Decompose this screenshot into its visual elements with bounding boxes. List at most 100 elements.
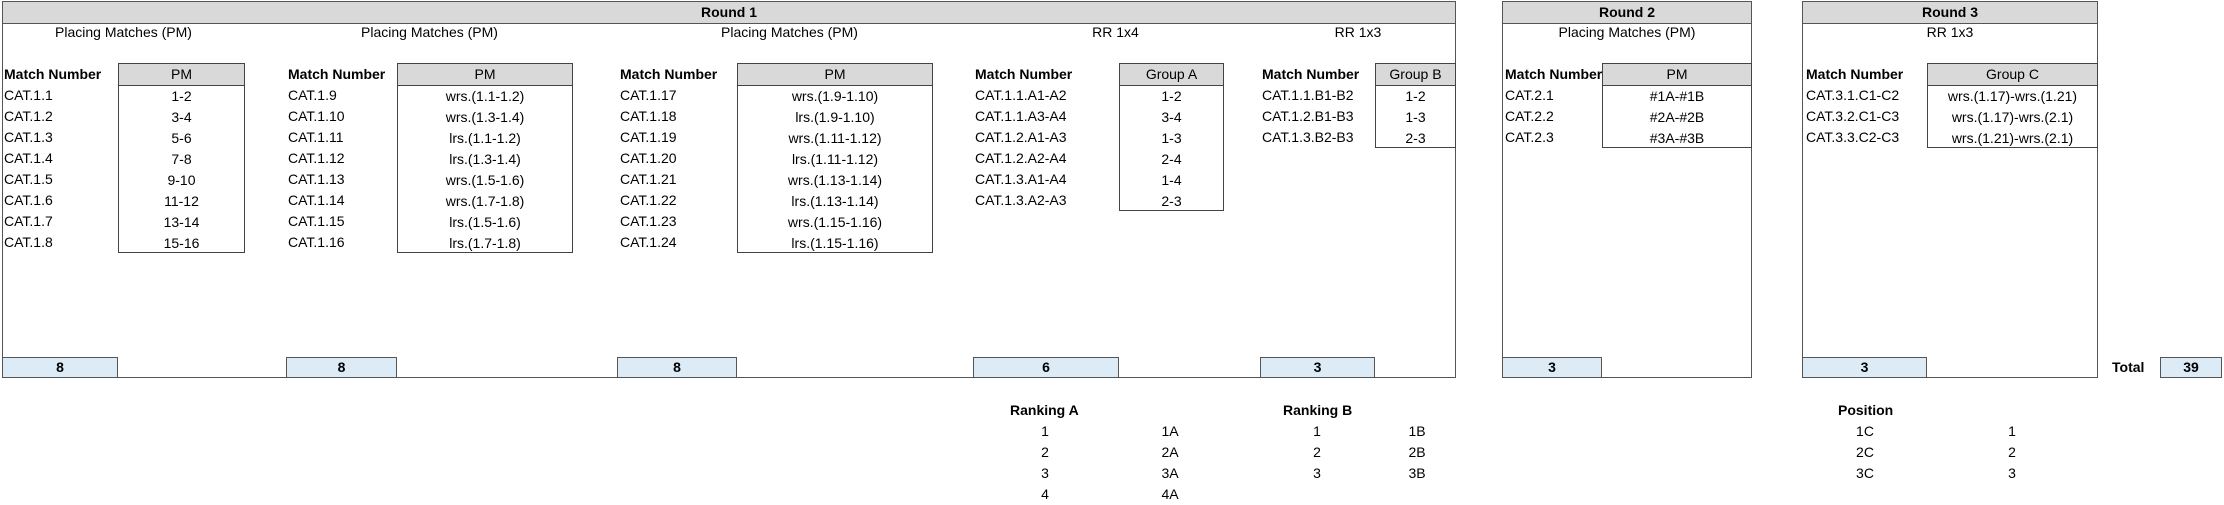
match-list: CAT.1.1.A1-A2 CAT.1.1.A3-A4 CAT.1.2.A1-A… [975,85,1115,211]
table-cell: 1-3 [1161,130,1182,146]
rank-value: 2A [1161,444,1179,460]
round-1-header: Round 1 [3,2,1455,24]
match-number: CAT.1.3 [4,129,53,145]
section-title: RR 1x3 [1334,24,1382,40]
match-number: CAT.1.20 [620,150,677,166]
match-number-header: Match Number [620,66,718,82]
match-number: CAT.1.2.A1-A3 [975,129,1067,145]
match-number: CAT.1.16 [288,234,345,250]
match-number: CAT.1.22 [620,192,677,208]
match-number: CAT.1.2 [4,108,53,124]
match-number: CAT.1.1.B1-B2 [1262,87,1354,103]
table-cell: wrs.(1.15-1.16) [787,214,883,230]
group-b-table: Group B 1-2 1-3 2-3 [1375,63,1456,148]
match-number: CAT.1.2.A2-A4 [975,150,1067,166]
table-cell: wrs.(1.1-1.2) [445,88,525,104]
table-cell: 7-8 [171,151,192,167]
match-number: CAT.1.5 [4,171,53,187]
table-cell: 2-3 [1405,130,1426,146]
rank-value: 1A [1161,423,1179,439]
match-number: CAT.1.24 [620,234,677,250]
table-cell: 11-12 [164,193,199,209]
table-cell: #3A-#3B [1649,130,1705,146]
table-cell: 3-4 [171,109,192,125]
rank: 1 [1313,423,1321,439]
rank: 4 [1041,486,1049,502]
match-number: CAT.1.6 [4,192,53,208]
table-cell: #2A-#2B [1649,109,1705,125]
rank-value: 2B [1408,444,1426,460]
table-header: PM [738,64,932,86]
match-number-header: Match Number [4,66,102,82]
table-cell: 9-10 [167,172,196,188]
total-value: 39 [2160,357,2222,378]
match-number: CAT.1.2.B1-B3 [1262,108,1354,124]
table-cell: lrs.(1.15-1.16) [791,235,879,251]
match-number: CAT.1.11 [288,129,344,145]
round-3-header: Round 3 [1803,2,2097,24]
table-cell: wrs.(1.3-1.4) [445,109,525,125]
match-number: CAT.2.1 [1505,87,1554,103]
section-title: Placing Matches (PM) [361,24,498,40]
match-number-header: Match Number [1262,66,1360,82]
rank-value: 1B [1408,423,1426,439]
match-number: CAT.3.2.C1-C3 [1806,108,1900,124]
rank: 2 [1041,444,1049,460]
group-c-table: Group C wrs.(1.17)-wrs.(1.21) wrs.(1.17)… [1927,63,2098,148]
table-cell: 2-3 [1161,193,1182,209]
table-cell: 5-6 [171,130,192,146]
match-list: CAT.1.9 CAT.1.10 CAT.1.11 CAT.1.12 CAT.1… [288,85,398,253]
ranking-b-ranks: 1 2 3 [1287,421,1347,484]
match-number: CAT.2.2 [1505,108,1554,124]
table-cell: wrs.(1.17)-wrs.(1.21) [1947,88,2078,104]
match-number: CAT.1.9 [288,87,337,103]
rank-value: 3A [1161,465,1179,481]
match-list: CAT.3.1.C1-C2 CAT.3.2.C1-C3 CAT.3.3.C2-C… [1806,85,1926,148]
table-cell: wrs.(1.9-1.10) [791,88,879,104]
table-header: PM [1603,64,1751,86]
match-number: CAT.1.7 [4,213,53,229]
table-header: PM [398,64,572,86]
table-cell: 13-14 [163,214,200,230]
table-cell: 3-4 [1161,109,1182,125]
table-cell: lrs.(1.9-1.10) [795,109,875,125]
table-cell: wrs.(1.13-1.14) [787,172,883,188]
table-header: Group B [1376,64,1455,86]
rank: 3 [1041,465,1049,481]
table-cell: lrs.(1.1-1.2) [449,130,521,146]
section-title: RR 1x3 [1926,24,1974,40]
match-number: CAT.1.3.B2-B3 [1262,129,1354,145]
rank: 2 [1313,444,1321,460]
match-list: CAT.1.17 CAT.1.18 CAT.1.19 CAT.1.20 CAT.… [620,85,730,253]
rank: 2C [1856,444,1874,460]
match-list: CAT.1.1.B1-B2 CAT.1.2.B1-B3 CAT.1.3.B2-B… [1262,85,1372,148]
match-number: CAT.1.12 [288,150,345,166]
ranking-b-title: Ranking B [1283,402,1353,418]
rank-value: 4A [1161,486,1179,502]
section-title: RR 1x4 [1092,24,1139,40]
total-label: Total [2112,359,2145,375]
pm-table: PM wrs.(1.9-1.10) lrs.(1.9-1.10) wrs.(1.… [737,63,933,253]
match-number-header: Match Number [288,66,386,82]
rank: 1C [1856,423,1874,439]
match-number: CAT.1.19 [620,129,677,145]
table-cell: wrs.(1.17)-wrs.(2.1) [1951,109,2074,125]
pm-table: PM wrs.(1.1-1.2) wrs.(1.3-1.4) lrs.(1.1-… [397,63,573,253]
match-count: 8 [286,357,397,378]
match-number: CAT.1.1.A3-A4 [975,108,1067,124]
ranking-a-values: 1A 2A 3A 4A [1140,421,1200,505]
section-title: Placing Matches (PM) [55,24,192,40]
table-cell: #1A-#1B [1649,88,1705,104]
match-number: CAT.3.1.C1-C2 [1806,87,1900,103]
table-cell: 2-4 [1161,151,1182,167]
match-number: CAT.1.23 [620,213,677,229]
round-2-header: Round 2 [1503,2,1751,24]
table-header: Group C [1928,64,2097,86]
rank-value: 3 [2008,465,2016,481]
match-number: CAT.1.3.A2-A3 [975,192,1067,208]
match-count: 3 [1260,357,1375,378]
rank: 3 [1313,465,1321,481]
match-number: CAT.1.8 [4,234,53,250]
table-header: PM [119,64,244,86]
position-ranks: 1C 2C 3C [1835,421,1895,484]
